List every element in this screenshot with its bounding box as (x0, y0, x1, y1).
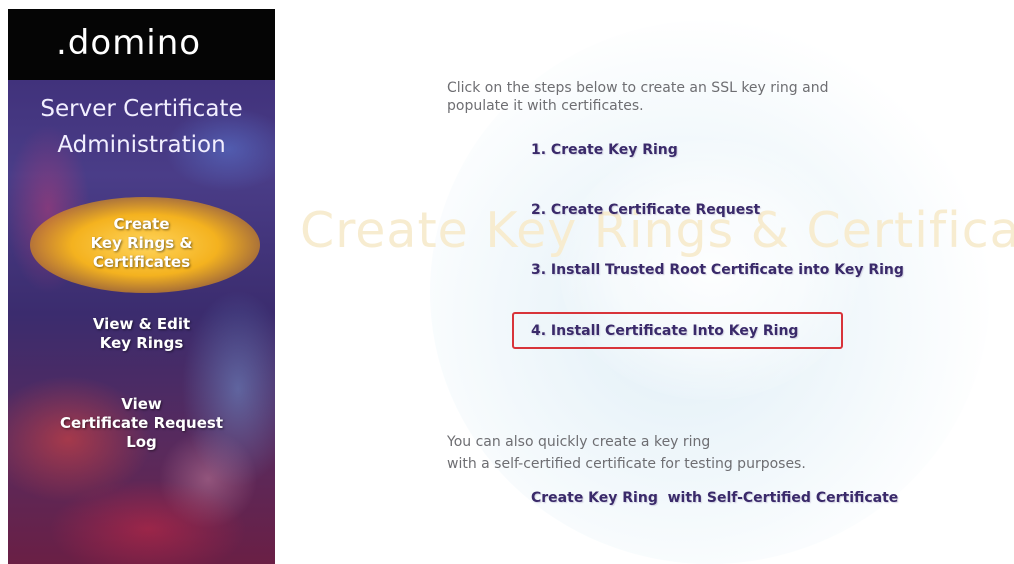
nav-create-key-rings-certificates[interactable]: Create Key Rings & Certificates (8, 215, 275, 272)
nav-item-label: Certificate Request (59, 414, 223, 432)
sidebar-heading-line: Administration (57, 132, 226, 158)
intro-text: Click on the steps below to create an SS… (447, 79, 828, 115)
nav-view-edit-key-rings[interactable]: View & Edit Key Rings (8, 315, 275, 353)
nav-item-label: Certificates (92, 253, 191, 271)
step-install-certificate-link[interactable]: 4. Install Certificate Into Key Ring (531, 321, 798, 341)
page: .domino Server Certificate Administratio… (0, 0, 1014, 564)
nav-item-label: Log (126, 433, 157, 451)
nav-item-label: Create (113, 215, 170, 233)
intro-line: populate it with certificates. (447, 98, 644, 114)
self-cert-description: You can also quickly create a key ring w… (447, 431, 806, 475)
create-self-certified-key-ring-link[interactable]: Create Key Ring with Self-Certified Cert… (531, 488, 898, 508)
nav-item-label: Key Rings (99, 334, 184, 352)
step-create-key-ring-link[interactable]: 1. Create Key Ring (531, 140, 678, 160)
logo-bar: .domino (8, 9, 275, 80)
domino-logo: .domino (56, 23, 202, 63)
nav-item-label: View & Edit (92, 315, 191, 333)
step-install-trusted-root-link[interactable]: 3. Install Trusted Root Certificate into… (531, 260, 904, 280)
intro-line: Click on the steps below to create an SS… (447, 80, 829, 96)
nav-item-label: Key Rings & (90, 234, 193, 252)
nav-view-certificate-request-log[interactable]: View Certificate Request Log (8, 395, 275, 452)
sidebar: .domino Server Certificate Administratio… (8, 9, 275, 564)
nav-item-label: View (121, 395, 162, 413)
step-create-certificate-request-link[interactable]: 2. Create Certificate Request (531, 200, 760, 220)
sidebar-heading: Server Certificate Administration (8, 91, 275, 163)
self-cert-line: with a self-certified certificate for te… (447, 456, 806, 472)
self-cert-line: You can also quickly create a key ring (447, 434, 711, 450)
sidebar-heading-line: Server Certificate (40, 96, 243, 122)
